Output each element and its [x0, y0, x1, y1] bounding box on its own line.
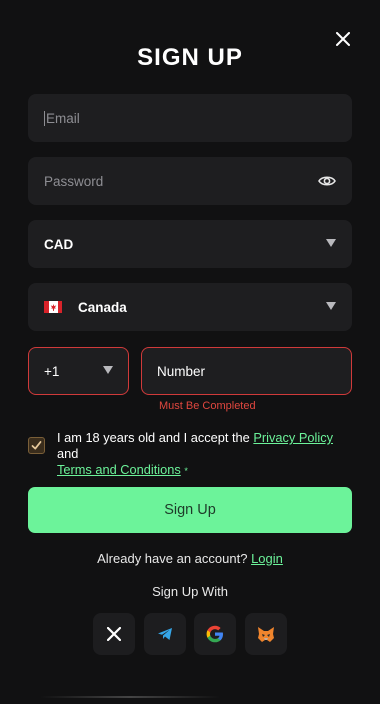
email-placeholder: Email — [46, 110, 80, 126]
canada-flag-icon — [44, 301, 62, 313]
chevron-down-icon — [103, 366, 113, 374]
password-placeholder: Password — [44, 173, 104, 189]
terms-text-middle: and — [57, 446, 79, 461]
terms-conditions-link[interactable]: Terms and Conditions — [57, 462, 181, 477]
checkmark-icon — [31, 441, 42, 450]
page-title: SIGN UP — [137, 44, 243, 71]
telegram-icon — [158, 628, 172, 640]
phone-number-field[interactable]: Number — [141, 347, 352, 395]
x-icon — [107, 627, 121, 641]
already-account-text: Already have an account? Login — [0, 551, 380, 566]
privacy-policy-link[interactable]: Privacy Policy — [253, 430, 333, 445]
home-indicator — [40, 696, 220, 698]
login-link[interactable]: Login — [251, 551, 283, 566]
already-label: Already have an account? — [97, 551, 248, 566]
eye-icon[interactable] — [318, 173, 336, 189]
currency-select[interactable]: CAD — [28, 220, 352, 268]
phone-error-message: Must Be Completed — [159, 400, 256, 412]
email-field[interactable]: Email — [28, 94, 352, 142]
google-signup-button[interactable] — [194, 613, 236, 655]
password-field[interactable]: Password — [28, 157, 352, 205]
x-signup-button[interactable] — [93, 613, 135, 655]
currency-value: CAD — [44, 236, 74, 252]
metamask-signup-button[interactable] — [245, 613, 287, 655]
country-select[interactable]: Canada — [28, 283, 352, 331]
phone-number-placeholder: Number — [157, 363, 206, 379]
metamask-icon — [258, 626, 274, 642]
text-cursor — [44, 110, 45, 126]
telegram-signup-button[interactable] — [144, 613, 186, 655]
sign-up-with-label: Sign Up With — [152, 584, 228, 599]
required-mark: * — [184, 466, 188, 476]
sign-up-button[interactable]: Sign Up — [28, 487, 352, 533]
country-value: Canada — [78, 299, 127, 315]
google-icon — [206, 625, 223, 643]
phone-code-select[interactable]: +1 — [28, 347, 129, 395]
terms-text: I am 18 years old and I accept the Priva… — [57, 430, 357, 479]
chevron-down-icon — [326, 302, 336, 310]
phone-code-value: +1 — [44, 363, 60, 379]
terms-text-before: I am 18 years old and I accept the — [57, 430, 254, 445]
chevron-down-icon — [326, 239, 336, 247]
terms-checkbox[interactable] — [28, 437, 45, 454]
